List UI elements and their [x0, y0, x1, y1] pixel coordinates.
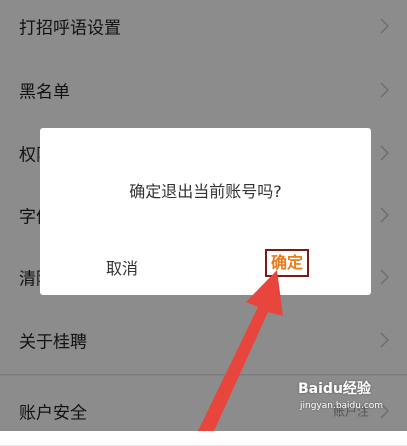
watermark-url: jingyan.baidu.com: [300, 401, 384, 411]
annotation-arrow-icon: [198, 270, 283, 431]
baidu-jingyan-watermark: Baidu经验 jingyan.baidu.com: [298, 378, 403, 418]
watermark-logo: Baidu经验: [298, 381, 371, 397]
